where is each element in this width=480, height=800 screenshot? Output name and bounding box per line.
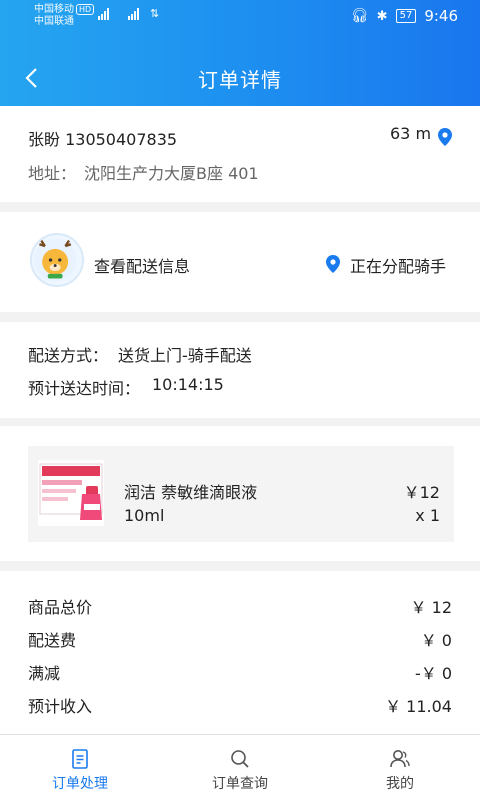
- summary-label: 预计收入: [28, 697, 93, 716]
- product-price: ￥12: [403, 483, 440, 502]
- wifi-icon: ⇅: [150, 7, 160, 20]
- product-image: [38, 460, 104, 526]
- address-value: 沈阳生产力大厦B座 401: [84, 164, 259, 183]
- signal-icon: [128, 8, 139, 20]
- carrier-secondary: 中国联通: [34, 16, 74, 27]
- carrier-info: 中国移动 HD 中国联通: [34, 4, 95, 28]
- hd-badge: HD: [76, 4, 95, 15]
- product-quantity: x 1: [415, 506, 440, 525]
- tab-mine[interactable]: 我的: [320, 735, 480, 800]
- location-pin-icon: [438, 128, 452, 150]
- search-icon: [231, 750, 249, 768]
- tab-order-processing[interactable]: 订单处理: [0, 735, 160, 800]
- signal-icon: [98, 8, 109, 20]
- rider-avatar: [30, 233, 84, 287]
- status-right: 🎧︎ ✱ 57 9:46: [351, 7, 458, 25]
- bluetooth-icon: ✱: [376, 8, 388, 24]
- shipping-card: [0, 322, 480, 418]
- tab-label: 我的: [386, 776, 414, 792]
- order-list-icon: [72, 749, 88, 769]
- carrier-primary: 中国移动: [34, 4, 74, 15]
- status-bar: 中国移动 HD 中国联通 ⇅ 🎧︎ ✱ 57 9:46: [0, 0, 480, 34]
- location-pin-icon: [326, 255, 340, 277]
- page-title: 订单详情: [198, 68, 282, 92]
- view-delivery-info-link[interactable]: 查看配送信息: [94, 253, 190, 277]
- customer-card: [0, 106, 480, 202]
- product-name: 润洁 萘敏维滴眼液: [124, 483, 258, 502]
- customer-distance: 63 m: [390, 124, 432, 143]
- eta-value: 10:14:15: [152, 375, 224, 394]
- eta-label: 预计送达时间：: [28, 379, 141, 398]
- shipping-method-label: 配送方式：: [28, 346, 109, 365]
- user-icon: [390, 750, 410, 768]
- customer-name-phone: 张盼 13050407835: [28, 130, 178, 149]
- summary-value: -￥ 0: [414, 664, 452, 683]
- address-label: 地址：: [28, 164, 77, 183]
- tab-label: 订单查询: [212, 776, 268, 792]
- tab-order-query[interactable]: 订单查询: [160, 735, 320, 800]
- tab-label: 订单处理: [52, 776, 108, 792]
- summary-value: ￥ 12: [410, 598, 452, 617]
- delivery-status: 正在分配骑手: [350, 257, 447, 276]
- nav-bar: 订单详情: [0, 52, 480, 104]
- summary-value: ￥ 11.04: [385, 697, 452, 716]
- summary-value: ￥ 0: [420, 631, 452, 650]
- summary-label: 配送费: [28, 631, 77, 650]
- summary-label: 满减: [28, 664, 61, 683]
- summary-label: 商品总价: [28, 598, 93, 617]
- shipping-method-value: 送货上门-骑手配送: [118, 346, 252, 365]
- headset-icon: 🎧︎: [350, 8, 369, 24]
- battery-icon: 57: [395, 9, 417, 23]
- product-spec: 10ml: [124, 506, 165, 525]
- status-time: 9:46: [424, 7, 458, 25]
- bottom-tab-bar: 订单处理 订单查询 我的: [0, 734, 480, 800]
- app-header: 中国移动 HD 中国联通 ⇅ 🎧︎ ✱ 57 9:46 订单详情: [0, 0, 480, 106]
